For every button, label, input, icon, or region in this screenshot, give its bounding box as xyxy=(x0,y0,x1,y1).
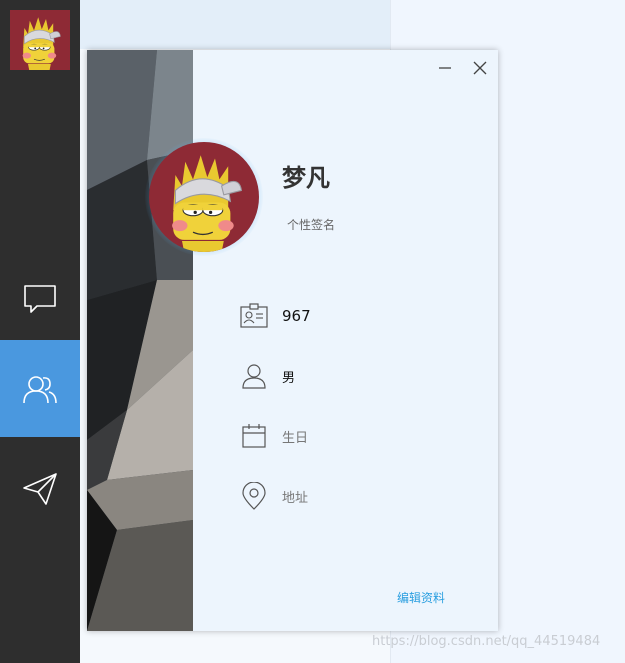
profile-gender-value: 男 xyxy=(282,370,296,386)
sidebar-avatar[interactable] xyxy=(10,10,70,70)
sidebar-item-send[interactable] xyxy=(0,440,80,537)
profile-avatar[interactable] xyxy=(149,142,259,252)
info-row-address: 地址 xyxy=(240,482,308,510)
location-pin-icon xyxy=(240,482,268,510)
profile-signature: 个性签名 xyxy=(287,218,336,232)
profile-background-image xyxy=(87,50,193,631)
close-icon xyxy=(473,61,487,75)
id-card-icon xyxy=(240,302,268,330)
calendar-icon xyxy=(240,422,268,450)
info-row-birthday: 生日 xyxy=(240,422,308,450)
watermark: https://blog.csdn.net/qq_44519484 xyxy=(372,634,601,649)
sidebar-item-contacts[interactable] xyxy=(0,340,80,437)
minimize-icon xyxy=(439,67,451,69)
profile-address-value: 地址 xyxy=(282,490,309,506)
profile-birthday-value: 生日 xyxy=(282,430,309,446)
paper-plane-icon xyxy=(23,472,57,505)
contacts-icon xyxy=(23,375,57,403)
profile-card: 梦凡 个性签名 967 男 生日 地址 编辑资料 xyxy=(87,50,498,631)
minimize-button[interactable] xyxy=(434,58,456,78)
info-row-id: 967 xyxy=(240,302,311,330)
person-icon xyxy=(240,362,268,390)
profile-id-value: 967 xyxy=(282,307,311,325)
sidebar-item-messages[interactable] xyxy=(0,250,80,347)
cartoon-avatar-icon xyxy=(10,10,70,70)
sidebar xyxy=(0,0,80,663)
profile-avatar-glow xyxy=(145,138,263,256)
contact-list-header xyxy=(80,0,390,49)
profile-name: 梦凡 xyxy=(282,164,330,192)
close-button[interactable] xyxy=(469,58,491,78)
edit-profile-link[interactable]: 编辑资料 xyxy=(397,589,445,606)
info-row-gender: 男 xyxy=(240,362,295,390)
cartoon-avatar-icon xyxy=(149,142,259,252)
chat-bubble-icon xyxy=(24,284,56,313)
